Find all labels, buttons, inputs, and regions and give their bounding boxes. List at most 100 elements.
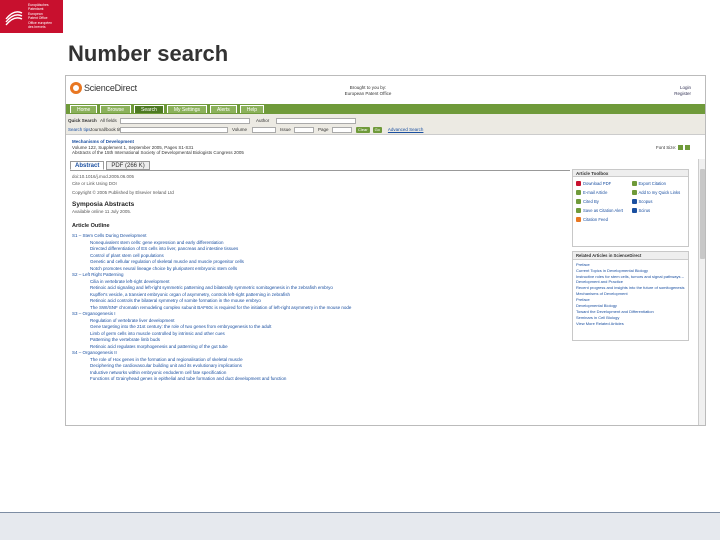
related-item[interactable]: View More Related Articles — [576, 321, 685, 326]
available-online: Available online 11 July 2005. — [72, 208, 132, 214]
nav-tab-help[interactable]: Help — [239, 105, 265, 113]
issue-input[interactable] — [294, 126, 314, 133]
link-icon — [631, 190, 637, 195]
pdf-icon — [576, 181, 581, 186]
toolbox-item-label: Download PDF — [583, 181, 612, 186]
outline-title: Article Outline — [72, 223, 110, 229]
all-fields-input[interactable] — [120, 117, 250, 124]
login-links: Login Register — [674, 85, 691, 96]
section-title: Symposia Abstracts — [72, 200, 135, 208]
font-decrease-icon[interactable] — [678, 145, 684, 150]
font-size-label: Font Size: — [656, 145, 677, 150]
article-toolbox: Article Toolbox Download PDF Export Citat… — [572, 169, 689, 247]
toolbox-item[interactable]: Add to my Quick Links — [631, 189, 686, 196]
toolbox-item[interactable]: Cited By — [576, 198, 630, 205]
nav-tab-search[interactable]: Search — [134, 105, 164, 113]
epo-logo-mark-icon — [5, 11, 23, 26]
clear-button[interactable]: Clear — [356, 126, 370, 133]
all-fields-label: All fields — [100, 118, 117, 123]
go-button[interactable]: Go — [372, 126, 382, 133]
search-tips-link[interactable]: Search tips — [68, 127, 91, 132]
article-tabs: Abstract PDF (266 K) — [70, 161, 150, 170]
related-item[interactable]: Seminars in Cell Biology — [576, 315, 685, 320]
font-increase-icon[interactable] — [685, 145, 691, 150]
logo-line: Patent Office — [28, 16, 48, 20]
toolbox-item-label: Citation Feed — [583, 217, 608, 222]
epo-logo-text: Europäisches Patentamt European Patent Offi… — [28, 3, 61, 30]
scrollbar[interactable] — [698, 159, 705, 425]
export-icon — [631, 181, 637, 186]
related-item[interactable]: Preface — [576, 262, 685, 267]
article-content: doi:10.1016/j.mod.2005.06.005 Cite or Li… — [70, 170, 570, 425]
cited-icon — [576, 199, 581, 204]
related-item[interactable]: Preface — [576, 297, 685, 302]
slide-title: Number search — [68, 41, 229, 66]
toolbox-item-label: Scopus — [638, 199, 653, 204]
toolbox-item[interactable]: Citation Feed — [576, 216, 630, 223]
volume-input[interactable] — [252, 126, 276, 133]
journal-info: Mechanisms of Development Volume 122, Su… — [72, 139, 244, 156]
sciencedirect-screenshot: ScienceDirect Brought to you by: Europea… — [65, 75, 706, 426]
quick-search-label: Quick Search — [68, 118, 97, 123]
author-input[interactable] — [276, 117, 356, 124]
article-outline: S1 – Stem Cells During Development Nonequ… — [72, 233, 568, 383]
toolbox-item[interactable]: Download PDF — [576, 180, 630, 187]
scopus-icon — [631, 199, 637, 204]
brought-by-line: European Patent Office — [344, 90, 392, 96]
feed-icon — [576, 217, 581, 222]
logo-line: des brevets — [28, 25, 46, 29]
main-nav: Home Browse Search My Settings Alerts Help — [66, 104, 705, 114]
outline-item[interactable]: Functions of Grainyhead genes in epithel… — [72, 376, 568, 383]
toolbox-item[interactable]: Scirus — [631, 207, 686, 214]
toolbox-item[interactable]: Export Citation — [631, 180, 686, 187]
cite-doi-link[interactable]: Cite or Link Using DOI — [72, 181, 568, 188]
epo-logo: Europäisches Patentamt European Patent Offi… — [0, 0, 63, 33]
volume-label: Volume — [232, 127, 248, 132]
related-item[interactable]: Developmental Biology — [576, 303, 685, 308]
brought-by: Brought to you by: European Patent Offic… — [328, 85, 408, 96]
nav-tab-browse[interactable]: Browse — [100, 105, 132, 113]
logo-line: Patentamt — [28, 7, 44, 11]
register-link[interactable]: Register — [674, 91, 691, 97]
page-input[interactable] — [332, 126, 352, 133]
font-size-control: Font Size: — [656, 145, 691, 150]
related-articles: Related Articles in ScienceDirect Prefac… — [572, 251, 689, 341]
toolbox-item-label: Export Citation — [638, 181, 666, 186]
email-icon — [576, 190, 581, 195]
scrollbar-thumb[interactable] — [700, 169, 705, 259]
quick-search-bar: Quick Search All fields Author Search ti… — [66, 114, 705, 135]
nav-tab-home[interactable]: Home — [70, 105, 98, 113]
sd-header: ScienceDirect Brought to you by: Europea… — [66, 76, 705, 103]
related-item[interactable]: Mechanisms of Development — [576, 291, 685, 296]
alert-icon — [576, 208, 581, 213]
toolbox-item-label: Scirus — [638, 208, 651, 213]
toolbox-item[interactable]: Save as Citation Alert — [576, 207, 630, 214]
sciencedirect-logo-icon — [70, 82, 82, 94]
footer-bar — [0, 512, 720, 540]
issue-label: Issue — [280, 127, 291, 132]
related-item[interactable]: Current Topics in Developmental Biology — [576, 268, 685, 273]
scirus-icon — [631, 208, 637, 213]
toolbox-item-label: Cited By — [583, 199, 599, 204]
tab-abstract[interactable]: Abstract — [70, 161, 105, 170]
toolbox-item-label: Add to my Quick Links — [638, 190, 681, 195]
related-item[interactable]: Toward the Development and Differentiati… — [576, 309, 685, 314]
nav-tab-my-settings[interactable]: My Settings — [166, 105, 207, 113]
journal-abstracts: Abstracts of the 15th International Soci… — [72, 150, 244, 155]
toolbox-item-label: Save as Citation Alert — [583, 208, 624, 213]
sciencedirect-logo-text: ScienceDirect — [84, 83, 137, 93]
toolbox-title: Article Toolbox — [573, 170, 688, 177]
related-item[interactable]: Instructive roles for stem cells, tumors… — [576, 274, 685, 284]
toolbox-item[interactable]: Scopus — [631, 198, 686, 205]
related-title: Related Articles in ScienceDirect — [573, 252, 688, 260]
copyright: Copyright © 2005 Published by Elsevier I… — [72, 190, 174, 195]
toolbox-item[interactable]: E-mail Article — [576, 189, 630, 196]
journal-book-input[interactable] — [120, 126, 228, 133]
tab-pdf[interactable]: PDF (266 K) — [106, 161, 150, 170]
page-label: Page — [318, 127, 329, 132]
related-item[interactable]: Recent progress and insights into the fu… — [576, 285, 685, 290]
nav-tab-alerts[interactable]: Alerts — [210, 105, 237, 113]
advanced-search-link[interactable]: Advanced Search — [388, 127, 424, 132]
journal-book-label: Journal/book title — [90, 127, 125, 132]
sciencedirect-logo[interactable]: ScienceDirect — [70, 82, 137, 94]
